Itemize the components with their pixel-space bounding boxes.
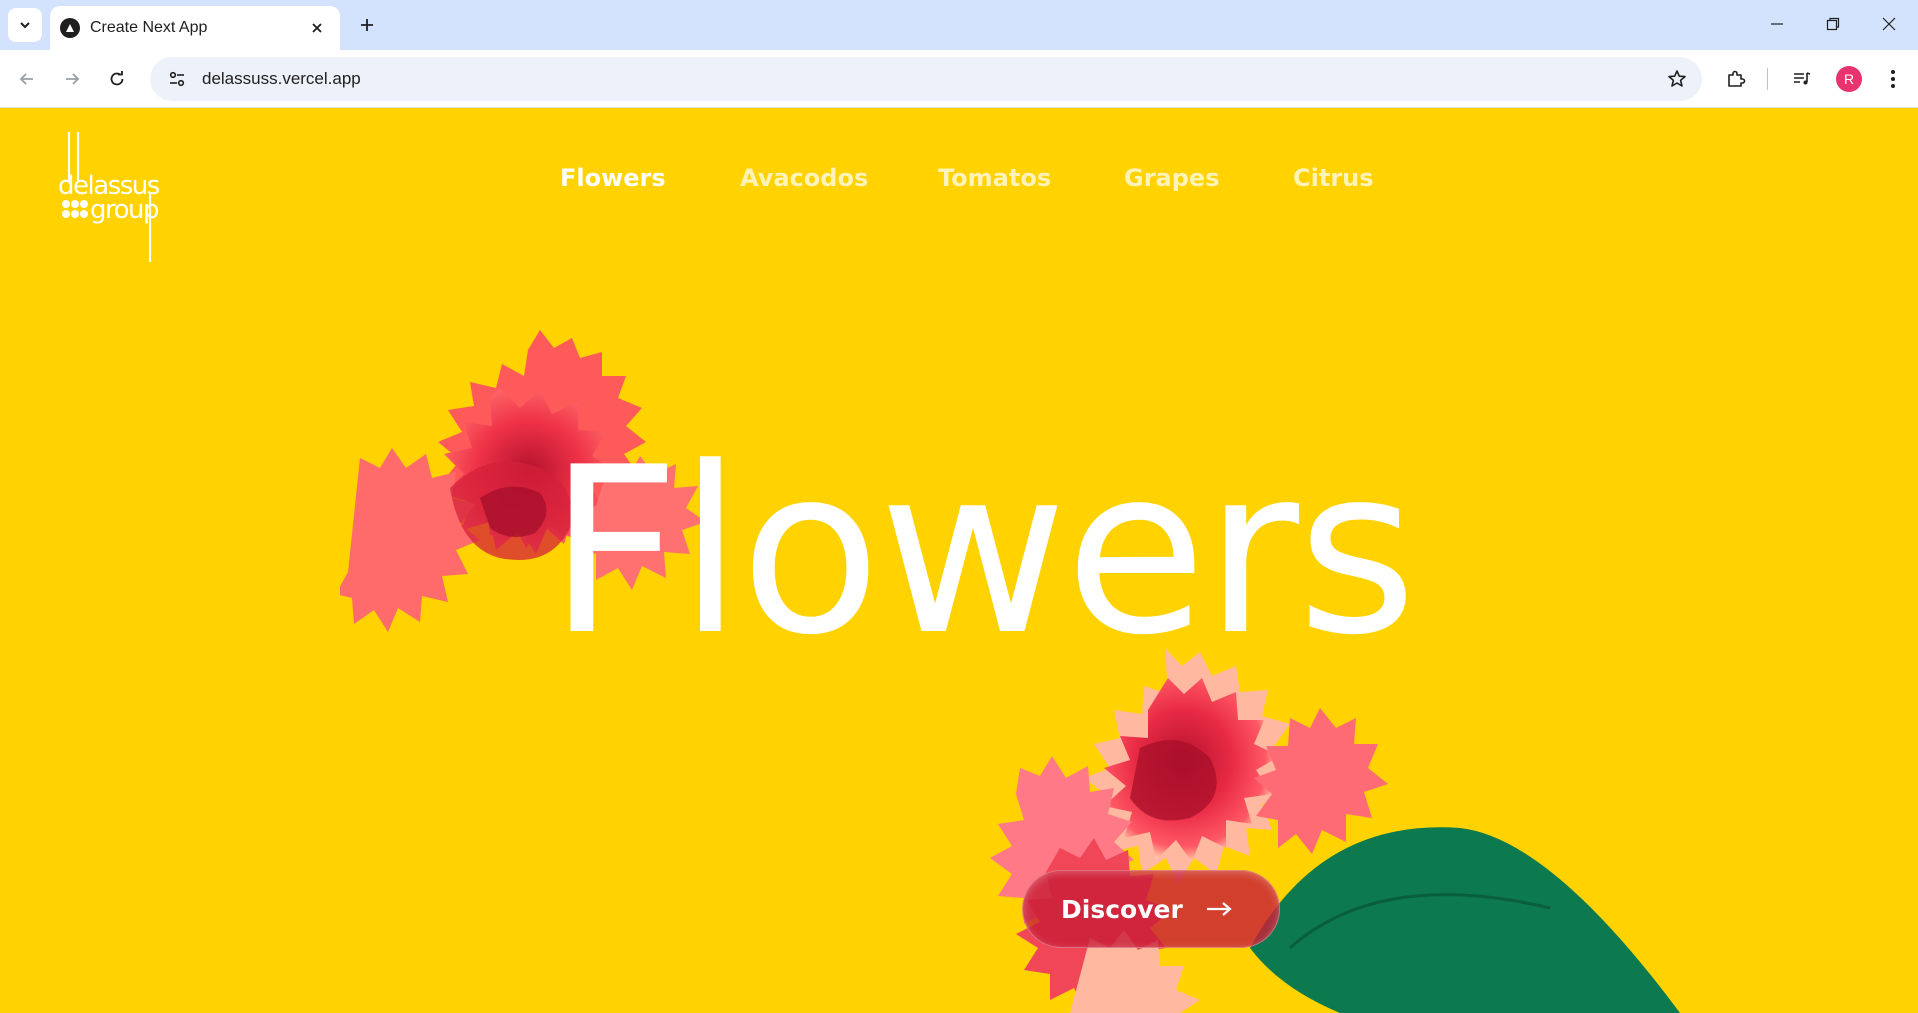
arrow-right-icon — [66, 73, 80, 85]
url-text[interactable]: delassuss.vercel.app — [202, 69, 1660, 89]
arrow-right-icon — [1206, 902, 1232, 916]
svg-text:group: group — [90, 195, 159, 225]
tab-search-button[interactable] — [8, 8, 42, 42]
tab-title: Create Next App — [90, 19, 208, 36]
restore-button[interactable] — [1810, 6, 1856, 42]
site-settings-icon[interactable] — [166, 68, 188, 90]
bookmark-star-icon[interactable] — [1660, 62, 1694, 96]
nav-item-citrus[interactable]: Citrus — [1293, 164, 1374, 192]
plus-icon — [361, 19, 373, 31]
discover-label: Discover — [1061, 894, 1183, 924]
delassus-group-logo[interactable]: delassus group — [58, 132, 168, 264]
close-window-button[interactable] — [1866, 6, 1912, 42]
media-controls-button[interactable] — [1785, 62, 1819, 96]
close-icon — [1882, 17, 1896, 31]
profile-avatar[interactable]: R — [1836, 66, 1862, 92]
hero-title: Flowers — [548, 419, 1417, 686]
close-tab-icon[interactable] — [306, 17, 328, 39]
nav-item-tomatos[interactable]: Tomatos — [938, 164, 1051, 192]
reload-button[interactable] — [100, 62, 134, 96]
discover-button[interactable]: Discover — [1022, 870, 1280, 948]
back-button[interactable] — [10, 62, 44, 96]
page-content: delassus group Flowers Avacodos Tomatos … — [0, 108, 1918, 1013]
puzzle-icon — [1728, 70, 1746, 87]
browser-tab[interactable]: Create Next App — [50, 6, 340, 50]
nav-item-flowers[interactable]: Flowers — [560, 164, 666, 192]
browser-menu-button[interactable] — [1876, 62, 1910, 96]
nav-item-grapes[interactable]: Grapes — [1124, 164, 1219, 192]
new-tab-button[interactable] — [352, 10, 382, 40]
browser-toolbar: delassuss.vercel.app R — [0, 50, 1918, 108]
carnation-flower-image-bottom — [990, 648, 1680, 1013]
restore-icon — [1826, 17, 1840, 31]
nextjs-favicon-icon — [60, 18, 80, 38]
reload-icon — [110, 71, 124, 86]
more-vert-icon — [1891, 70, 1895, 88]
forward-button[interactable] — [55, 62, 89, 96]
extensions-button[interactable] — [1719, 62, 1753, 96]
address-bar[interactable]: delassuss.vercel.app — [150, 57, 1702, 101]
minimize-icon — [1771, 23, 1783, 25]
queue-music-icon — [1794, 72, 1811, 85]
chevron-down-icon — [20, 22, 30, 29]
nav-item-avacodos[interactable]: Avacodos — [740, 164, 868, 192]
toolbar-separator — [1767, 68, 1768, 90]
minimize-button[interactable] — [1754, 6, 1800, 42]
arrow-left-icon — [19, 73, 33, 85]
browser-tab-bar: Create Next App — [0, 0, 1918, 50]
